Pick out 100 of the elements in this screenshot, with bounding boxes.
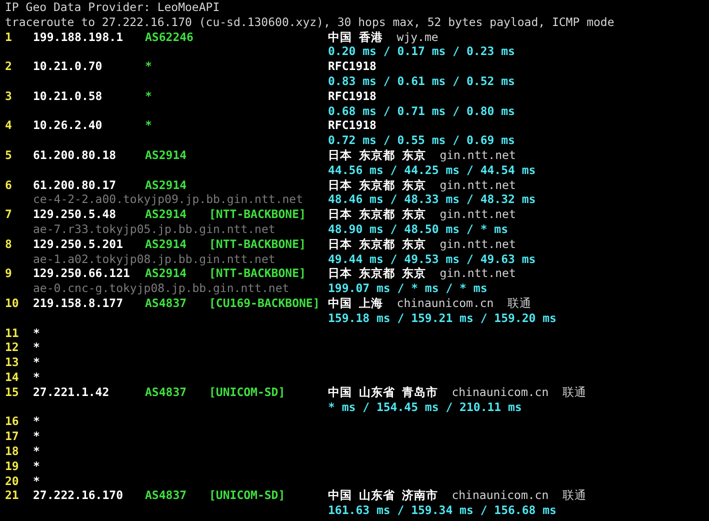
ip-address: * (33, 458, 40, 474)
rtt-text: 0.20 ms / 0.17 ms / 0.23 ms (328, 44, 515, 60)
asn-label: AS4837 (145, 488, 187, 502)
network-tag: [NTT-BACKBONE] (209, 207, 306, 222)
isp-text: 联通 (508, 296, 532, 311)
asn-label: AS4837 (145, 296, 187, 310)
ip-address: 129.250.5.201 (33, 236, 124, 252)
rtt-text: 48.90 ms / 48.50 ms / * ms (328, 222, 508, 237)
rtt-text: * ms / 154.45 ms / 210.11 ms (328, 400, 522, 414)
geo-location: 日本 东京都 东京 (328, 236, 426, 252)
ip-address: * (33, 370, 40, 385)
asn-label: AS2914 (145, 236, 187, 251)
hop-number: 13 (5, 355, 19, 370)
network-tag: [NTT-BACKBONE] (209, 236, 306, 251)
ip-address: 219.158.8.177 (33, 296, 124, 311)
hostname-text: ae-1.a02.tokyjp08.jp.bb.gin.ntt.net (33, 252, 276, 266)
geo-location: RFC1918 (328, 59, 376, 74)
network-tag: [UNICOM-SD] (209, 488, 286, 502)
geo-location: 中国 香港 (328, 30, 383, 44)
geo-location: 日本 东京都 东京 (328, 207, 426, 222)
ip-address: 61.200.80.18 (33, 148, 116, 163)
rtt-text: 161.63 ms / 159.34 ms / 156.68 ms (328, 503, 556, 518)
hostname-text: ce-4-2-2.a00.tokyjp09.jp.bb.gin.ntt.net (33, 192, 304, 208)
asn-label: AS2914 (145, 266, 187, 280)
hop-number: 7 (5, 207, 12, 222)
ip-address: 10.26.2.40 (33, 118, 102, 134)
rtt-text: 0.83 ms / 0.61 ms / 0.52 ms (328, 74, 515, 89)
geo-location: 日本 东京都 东京 (328, 178, 426, 192)
rtt-text: 49.44 ms / 49.53 ms / 49.63 ms (328, 252, 536, 266)
ip-address: 10.21.0.58 (33, 88, 102, 104)
hop-number: 16 (5, 414, 19, 430)
rtt-text: 48.46 ms / 48.33 ms / 48.32 ms (328, 192, 536, 208)
ip-address: 129.250.66.121 (33, 266, 130, 282)
hop-number: 11 (5, 326, 19, 340)
rtt-text: 0.72 ms / 0.55 ms / 0.69 ms (328, 133, 515, 148)
domain-text: chinaunicom.cn (396, 296, 494, 311)
asn-label: AS62246 (145, 30, 194, 44)
hop-number: 1 (5, 30, 12, 44)
isp-text: 联通 (562, 488, 586, 504)
ip-address: * (33, 429, 40, 444)
asn-label: AS2914 (145, 207, 187, 222)
domain-text: chinaunicom.cn (452, 384, 549, 400)
isp-text: 联通 (562, 384, 586, 400)
ip-address: 129.250.5.48 (33, 207, 116, 222)
network-tag: [CU169-BACKBONE] (209, 296, 320, 310)
ip-address: * (33, 326, 40, 340)
geo-location: RFC1918 (328, 118, 376, 134)
hop-number: 4 (5, 118, 12, 134)
hop-number: 15 (5, 384, 19, 400)
geo-location: 中国 上海 (328, 296, 383, 311)
ip-address: * (33, 340, 40, 356)
domain-text: chinaunicom.cn (452, 488, 549, 504)
network-tag: [UNICOM-SD] (209, 384, 286, 399)
geo-location: 中国 山东省 青岛市 (328, 384, 438, 400)
geo-location: 日本 东京都 东京 (328, 148, 426, 163)
hop-number: 12 (5, 340, 19, 356)
hop-number: 5 (5, 148, 12, 163)
ip-address: 199.188.198.1 (33, 30, 124, 44)
ip-address: 27.222.16.170 (33, 488, 124, 504)
ip-address: 61.200.80.17 (33, 178, 116, 192)
hop-number: 10 (5, 296, 19, 311)
domain-text: gin.ntt.net (440, 236, 516, 252)
ip-address: 10.21.0.70 (33, 59, 102, 74)
hop-number: 17 (5, 429, 19, 444)
geo-location: 中国 山东省 济南市 (328, 488, 438, 504)
network-tag: [NTT-BACKBONE] (209, 266, 306, 280)
hop-number: 3 (5, 88, 12, 104)
hostname-text: ae-0.cnc-g.tokyjp08.jp.bb.gin.ntt.net (33, 281, 290, 296)
asn-label: AS2914 (145, 178, 187, 192)
ip-address: * (33, 355, 40, 370)
domain-text: wjy.me (396, 30, 438, 44)
rtt-text: 159.18 ms / 159.21 ms / 159.20 ms (328, 310, 556, 326)
asn-label: AS2914 (145, 148, 187, 162)
asn-label: AS4837 (145, 384, 187, 399)
hop-number: 8 (5, 236, 12, 252)
asn-label: * (145, 59, 152, 74)
hop-number: 19 (5, 458, 19, 474)
domain-text: gin.ntt.net (440, 207, 516, 222)
domain-text: gin.ntt.net (440, 148, 516, 163)
hop-number: 6 (5, 178, 12, 192)
hostname-text: ae-7.r33.tokyjp05.jp.bb.gin.ntt.net (33, 222, 276, 237)
geo-location: RFC1918 (328, 88, 376, 104)
asn-label: * (145, 118, 152, 132)
hop-number: 21 (5, 488, 19, 504)
ip-address: 27.221.1.42 (33, 384, 110, 400)
rtt-text: 199.07 ms / * ms / * ms (328, 281, 488, 296)
rtt-text: 44.56 ms / 44.25 ms / 44.54 ms (328, 162, 536, 178)
asn-label: * (145, 88, 152, 103)
hop-number: 20 (5, 474, 19, 488)
domain-text: gin.ntt.net (440, 178, 516, 192)
domain-text: gin.ntt.net (440, 266, 516, 282)
hop-number: 9 (5, 266, 12, 282)
header-line: IP Geo Data Provider: LeoMoeAPI (5, 0, 220, 15)
hop-number: 2 (5, 59, 12, 74)
rtt-text: 0.68 ms / 0.71 ms / 0.80 ms (328, 104, 515, 118)
hop-number: 18 (5, 444, 19, 459)
header-line: traceroute to 27.222.16.170 (cu-sd.130600.xyz), 30 hops max, 52 bytes payload, ICMP mode (5, 14, 614, 30)
ip-address: * (33, 444, 40, 459)
hop-number: 14 (5, 370, 19, 385)
ip-address: * (33, 414, 40, 430)
